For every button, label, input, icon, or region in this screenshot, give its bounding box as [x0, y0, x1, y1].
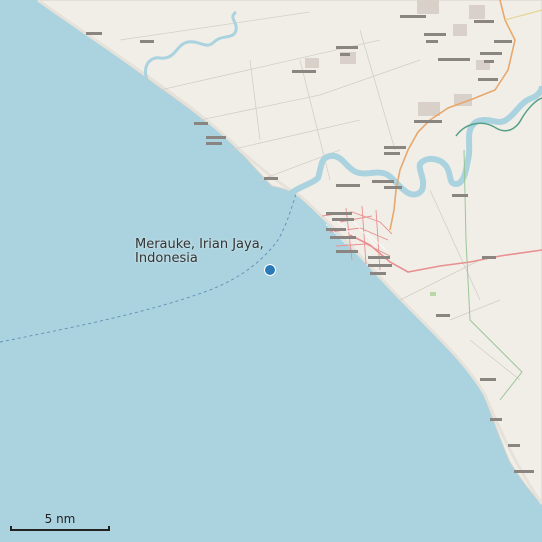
- scale-label: 5 nm: [44, 512, 76, 526]
- scale-bar-line: [10, 526, 110, 531]
- place-label: Merauke, Irian Jaya, Indonesia: [135, 237, 264, 266]
- location-marker[interactable]: [264, 264, 276, 276]
- map-view[interactable]: Merauke, Irian Jaya, Indonesia 5 nm: [0, 0, 542, 542]
- scale-bar: 5 nm: [10, 512, 112, 534]
- park-patch: [430, 292, 436, 296]
